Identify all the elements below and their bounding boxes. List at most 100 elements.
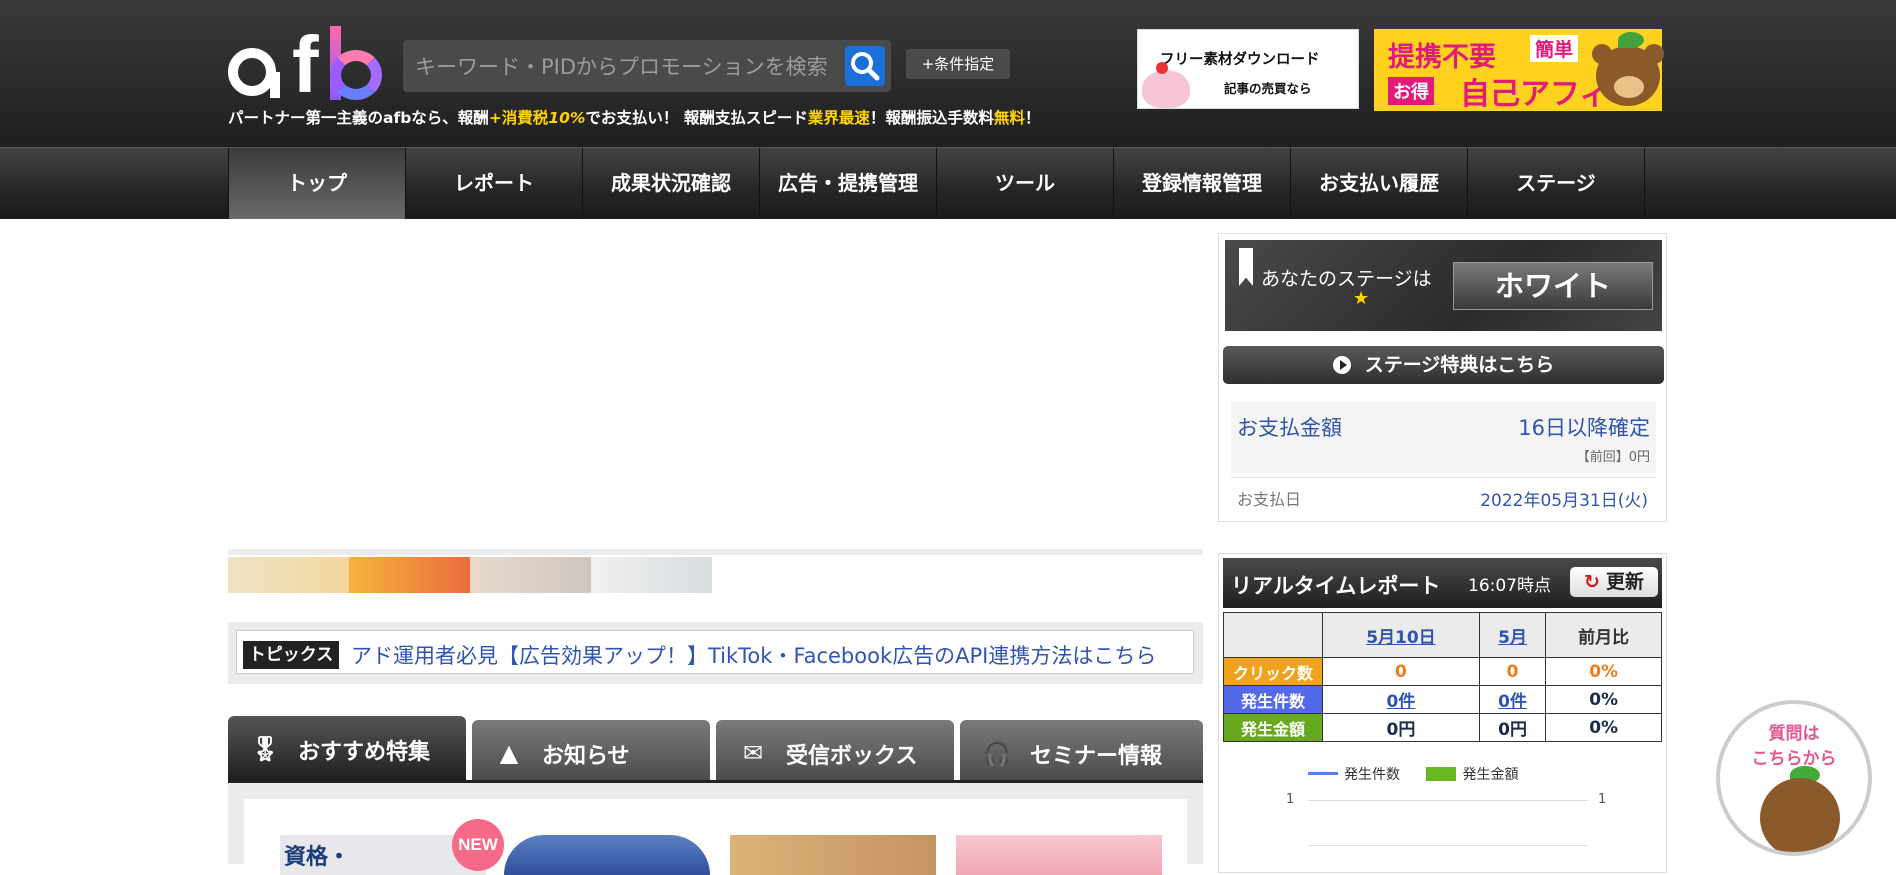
top-header: f +条件指定 パートナー第一主義のafbなら、報酬+消費税10%でお支払い！ … [0,0,1896,147]
ad-thumb-4[interactable] [591,557,712,593]
table-row: 発生金額 0円 0円 0% [1223,713,1662,742]
stage-box: あなたのステージは ★ ホワイト ステージ特典はこちら お支払金額 16日以降確… [1218,233,1667,522]
nav-results[interactable]: 成果状況確認 [583,148,760,219]
new-badge: NEW [452,819,504,871]
nav-ads[interactable]: 広告・提携管理 [760,148,937,219]
realtime-time: 16:07時点 [1468,576,1551,596]
col-compare: 前月比 [1545,612,1662,658]
cell: 0件 [1478,685,1547,714]
col-day-link[interactable]: 5月10日 [1366,628,1436,648]
nav-report[interactable]: レポート [406,148,583,219]
cell: 0 [1478,657,1547,686]
chart-tick-left: 1 [1286,792,1295,807]
count-day-link[interactable]: 0件 [1387,692,1416,712]
logo-letter-f: f [292,20,319,109]
col-month-link[interactable]: 5月 [1498,628,1527,648]
nav-stage[interactable]: ステージ [1468,148,1645,219]
realtime-header: リアルタイムレポート 16:07時点 ↻ 更新 [1223,558,1662,608]
feature-card-3[interactable] [730,835,936,875]
header-blank [1223,612,1323,658]
nav-payment-history[interactable]: お支払い履歴 [1291,148,1468,219]
search-input[interactable] [413,48,837,86]
banner-affi-w4: 自己アフィ [1460,77,1610,112]
ribbon-icon: 🎖 [250,735,281,763]
nav-top[interactable]: トップ [229,148,406,219]
cell: 0% [1545,685,1662,714]
count-month-link[interactable]: 0件 [1498,692,1527,712]
cell: 0件 [1322,685,1480,714]
payment-panel: お支払金額 16日以降確定 【前回】0円 [1231,402,1656,474]
tab-inbox[interactable]: ✉ 受信ボックス [716,720,954,782]
banner-free-line2: 記事の売買なら [1224,81,1312,96]
legend-swatch-count [1308,772,1338,775]
payment-amount-value: 16日以降確定 [1518,416,1650,440]
free-material-banner[interactable]: フリー素材ダウンロード 記事の売買なら [1137,29,1359,109]
nav-registration[interactable]: 登録情報管理 [1114,148,1291,219]
cell: 0円 [1478,713,1547,742]
condition-button[interactable]: +条件指定 [906,49,1010,79]
payment-date-value: 2022年05月31日(火) [1480,491,1648,511]
legend-swatch-amount [1426,767,1457,781]
cherry-icon [1156,62,1168,74]
play-icon [1332,356,1351,374]
help-text: 質問は こちらから [1751,724,1837,769]
payment-previous: 【前回】0円 [1576,450,1650,465]
pig-mascot-icon [1142,70,1190,108]
cell: 0 [1322,657,1480,686]
promo-divider [228,549,1203,555]
tab-seminar[interactable]: 🎧 セミナー情報 [960,720,1203,782]
afb-logo[interactable]: f [228,20,383,109]
star-icon: ★ [1353,288,1370,309]
chart-gridline [1308,845,1588,846]
banner-affi-w2: 簡単 [1530,35,1579,62]
stage-name: ホワイト [1453,262,1653,310]
topics-link[interactable]: アド運用者必見【広告効果アップ！】TikTok・Facebook広告のAPI連携… [351,640,1156,670]
row-label-clicks: クリック数 [1223,657,1323,686]
feature-card-2[interactable] [504,835,710,875]
banner-free-line1: フリー素材ダウンロード [1160,52,1320,68]
feature-card-4[interactable] [956,835,1162,875]
topics-bar: トピックス アド運用者必見【広告効果アップ！】TikTok・Facebook広告… [228,622,1203,684]
legend-amount: 発生金額 [1462,767,1519,783]
search-button[interactable] [845,46,885,86]
realtime-table: 5月10日 5月 前月比 クリック数 0 0 0% 発生件数 0件 0件 0% … [1223,612,1662,742]
payment-amount-label: お支払金額 [1237,416,1342,440]
ad-thumb-2[interactable] [349,557,470,593]
col-month: 5月 [1478,612,1547,658]
table-row: 発生件数 0件 0件 0% [1223,685,1662,714]
headset-icon: 🎧 [982,739,1012,767]
tab-recommended[interactable]: 🎖 おすすめ特集 [228,716,466,782]
chart-tick-right: 1 [1598,792,1607,807]
ad-thumb-3[interactable] [470,557,591,593]
cell: 0% [1545,713,1662,742]
payment-date-label: お支払日 [1237,490,1302,509]
refresh-icon: ↻ [1584,571,1600,593]
help-button[interactable]: 質問は こちらから [1716,700,1872,856]
main-nav: トップ レポート 成果状況確認 広告・提携管理 ツール 登録情報管理 お支払い履… [0,147,1896,219]
tagline: パートナー第一主義のafbなら、報酬+消費税10%でお支払い！ 報酬支払スピード… [228,109,1041,127]
chart-legend: 発生件数 発生金額 [1308,764,1518,784]
bear-help-icon [1760,778,1840,852]
chart-gridline [1308,800,1588,801]
search-box [403,40,891,92]
banner-affi-w3: お得 [1388,77,1434,105]
table-row: クリック数 0 0 0% [1223,657,1662,686]
cell: 0円 [1322,713,1480,742]
nav-tools[interactable]: ツール [937,148,1114,219]
row-label-amount: 発生金額 [1223,713,1323,742]
logo-letter-b [330,26,382,100]
col-day: 5月10日 [1322,612,1480,658]
mail-icon: ✉ [742,739,764,767]
stage-banner: あなたのステージは ★ ホワイト [1225,240,1662,331]
tab-content: 資格・ NEW [228,783,1203,875]
realtime-report: リアルタイムレポート 16:07時点 ↻ 更新 5月10日 5月 前月比 クリック… [1218,553,1667,873]
tab-news[interactable]: ▲ お知らせ [472,720,710,782]
cone-icon: ▲ [499,739,519,767]
bear-mascot-icon [1592,32,1666,108]
stage-benefit-button[interactable]: ステージ特典はこちら [1223,346,1664,384]
legend-count: 発生件数 [1344,767,1400,783]
refresh-button[interactable]: ↻ 更新 [1570,567,1658,597]
ad-thumb-1[interactable] [228,557,349,593]
ad-thumbnails [228,557,712,593]
topics-label: トピックス [243,641,339,669]
